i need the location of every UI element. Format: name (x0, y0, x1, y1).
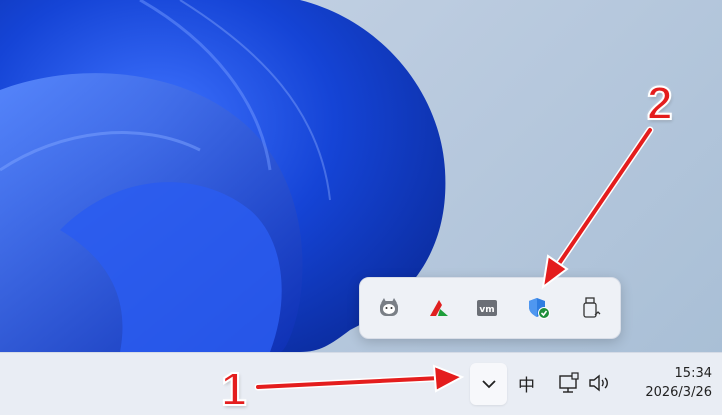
cat-app-icon[interactable] (376, 295, 402, 321)
network-wired-icon[interactable] (558, 372, 580, 398)
annotation-label-2: 2 (646, 76, 674, 130)
red-green-a-app-icon[interactable] (426, 295, 452, 321)
annotation-label-1: 1 (220, 362, 248, 416)
vmware-icon[interactable]: vm (474, 295, 500, 321)
taskbar-clock[interactable]: 15:34 2026/3/26 (630, 364, 712, 402)
taskbar (0, 352, 722, 415)
usb-safely-remove-icon[interactable] (578, 295, 604, 321)
svg-text:vm: vm (479, 305, 494, 315)
show-hidden-icons-button[interactable] (470, 363, 507, 405)
ime-indicator[interactable]: 中 (518, 371, 535, 396)
speaker-volume-icon[interactable] (588, 372, 612, 398)
chevron-up-icon (481, 380, 496, 389)
clock-date: 2026/3/26 (645, 385, 712, 400)
windows-security-shield-icon[interactable] (526, 295, 552, 321)
tray-overflow-popup: vm (359, 277, 621, 339)
clock-time: 15:34 (674, 366, 712, 381)
